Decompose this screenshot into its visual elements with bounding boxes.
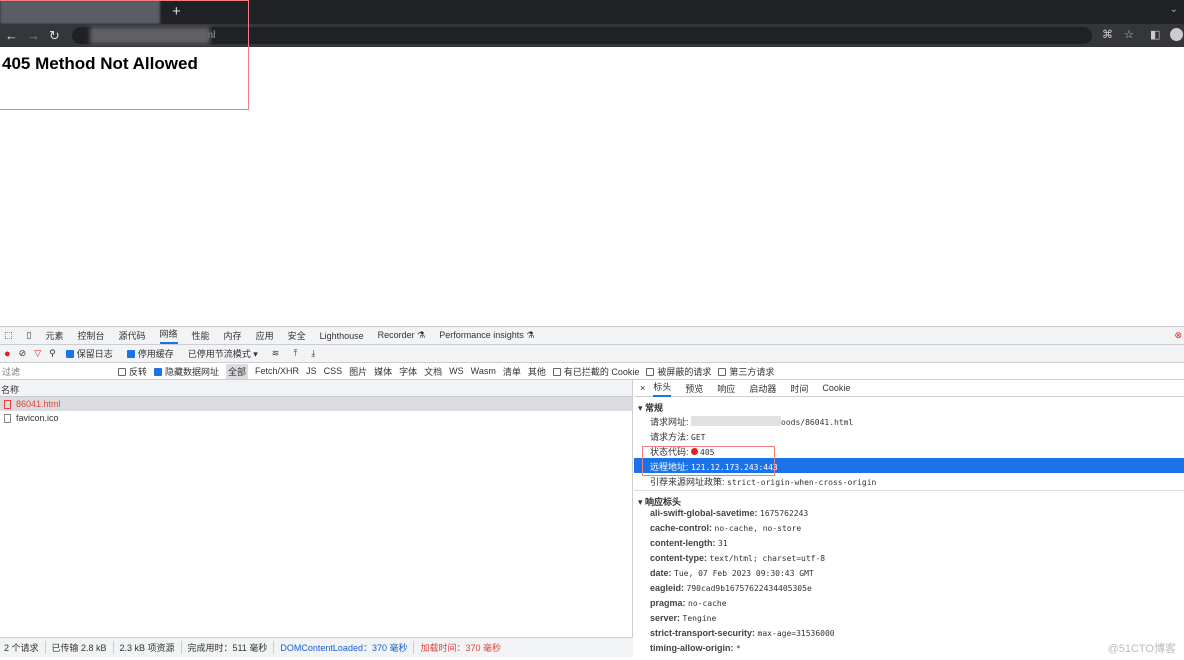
tab-security[interactable]: 安全 — [288, 329, 306, 342]
disable-cache-checkbox[interactable]: 停用缓存 — [126, 347, 174, 360]
blocked-cookies-checkbox[interactable]: 有已拦截的 Cookie — [552, 365, 639, 378]
header-row: 请求方法: GET — [650, 432, 706, 442]
resources: 2.3 kB 项资源 — [120, 641, 182, 654]
column-header-name[interactable]: 名称 — [0, 380, 632, 397]
tab-initiator[interactable]: 启动器 — [749, 382, 776, 395]
filter-bar: 过滤 反转 隐藏数据网址 全部 Fetch/XHR JS CSS 图片 媒体 字… — [0, 363, 1184, 380]
request-row[interactable]: 86041.html — [0, 397, 632, 411]
response-header-row: content-type: text/html; charset=utf-8 — [650, 553, 826, 563]
file-icon — [4, 399, 11, 409]
filter-input[interactable]: 过滤 — [0, 365, 108, 378]
tab-headers[interactable]: 标头 — [653, 380, 672, 397]
response-header-row: content-length: 31 — [650, 538, 728, 548]
type-filter[interactable]: Wasm — [471, 366, 496, 376]
response-header-row: date: Tue, 07 Feb 2023 09:30:43 GMT — [650, 568, 814, 578]
tab-memory[interactable]: 内存 — [224, 329, 242, 342]
type-filter[interactable]: 文档 — [424, 365, 442, 378]
error-icon[interactable]: ⊗ — [1174, 330, 1182, 341]
response-header-row: ali-swift-global-savetime: 1675762243 — [650, 508, 809, 518]
response-header-row: eagleid: 790cad9b16757622434405305e — [650, 583, 812, 593]
detail-tabs: × 标头 预览 响应 启动器 时间 Cookie — [634, 380, 1184, 397]
hide-data-urls-checkbox[interactable]: 隐藏数据网址 — [154, 365, 219, 378]
blocked-requests-checkbox[interactable]: 被屏蔽的请求 — [646, 365, 711, 378]
type-filter[interactable]: 图片 — [349, 365, 367, 378]
type-filter[interactable]: CSS — [324, 366, 343, 376]
type-filter[interactable]: WS — [449, 366, 464, 376]
type-filter[interactable]: 字体 — [399, 365, 417, 378]
type-filter[interactable]: 其他 — [528, 365, 546, 378]
search-icon[interactable]: ⚲ — [49, 348, 56, 359]
tab-cookie[interactable]: Cookie — [822, 383, 850, 393]
tab-lighthouse[interactable]: Lighthouse — [320, 331, 364, 341]
load-time: 加载时间：370 毫秒 — [420, 643, 502, 653]
request-name: favicon.ico — [16, 413, 59, 423]
preserve-log-checkbox[interactable]: 保留日志 — [65, 347, 113, 360]
type-filter[interactable]: Fetch/XHR — [255, 366, 299, 376]
tab-application[interactable]: 应用 — [256, 329, 274, 342]
devtools-tabs: ⬚ ▯ 元素 控制台 源代码 网络 性能 内存 应用 安全 Lighthouse… — [0, 327, 1184, 345]
third-party-checkbox[interactable]: 第三方请求 — [718, 365, 774, 378]
type-filter[interactable]: 清单 — [503, 365, 521, 378]
request-row[interactable]: favicon.ico — [0, 411, 632, 425]
finish-time: 完成用时：511 毫秒 — [188, 641, 275, 654]
response-headers-toggle[interactable]: ▾ 响应标头 — [634, 490, 1184, 507]
avatar[interactable] — [1170, 28, 1183, 41]
request-detail: × 标头 预览 响应 启动器 时间 Cookie ▾ 常规 请求网址: oods… — [634, 380, 1184, 660]
header-row: 请求网址: oods/86041.html — [650, 416, 854, 427]
inspect-icon[interactable]: ⬚ — [4, 330, 13, 341]
request-count: 2 个请求 — [4, 641, 46, 654]
throttle-select[interactable]: 已停用节流模式 ▾ — [188, 347, 258, 360]
chevron-down-icon[interactable]: ⌄ — [1170, 4, 1178, 15]
network-status-bar: 2 个请求 已传输 2.8 kB 2.3 kB 项资源 完成用时：511 毫秒 … — [0, 637, 633, 657]
response-header-row: server: Tengine — [650, 613, 717, 623]
translate-icon[interactable]: ⌘ — [1102, 28, 1113, 41]
request-list: 名称 86041.html favicon.ico — [0, 380, 633, 638]
tab-recorder[interactable]: Recorder ⚗ — [378, 330, 426, 341]
tab-timing[interactable]: 时间 — [790, 382, 808, 395]
response-header-row: pragma: no-cache — [650, 598, 727, 608]
type-filter[interactable]: JS — [306, 366, 317, 376]
watermark: @51CTO博客 — [1107, 643, 1176, 655]
device-icon[interactable]: ▯ — [27, 330, 32, 341]
tab-performance[interactable]: 性能 — [192, 329, 210, 342]
section-title: 常规 — [645, 403, 664, 413]
response-header-row: timing-allow-origin: * — [650, 643, 741, 653]
record-icon[interactable]: ● — [4, 348, 11, 360]
type-filter[interactable]: 媒体 — [374, 365, 392, 378]
transferred: 已传输 2.8 kB — [52, 641, 114, 654]
response-header-row: strict-transport-security: max-age=31536… — [650, 628, 835, 638]
tab-elements[interactable]: 元素 — [45, 329, 63, 342]
file-icon — [4, 413, 11, 423]
clear-icon[interactable]: ⊘ — [19, 348, 27, 359]
tab-performance-insights[interactable]: Performance insights ⚗ — [439, 330, 534, 341]
star-icon[interactable]: ☆ — [1124, 28, 1134, 41]
network-toolbar: ● ⊘ ▽ ⚲ 保留日志 停用缓存 已停用节流模式 ▾ ≋ ⤒ ⤓ — [0, 345, 1184, 363]
dom-content-loaded: DOMContentLoaded：370 毫秒 — [280, 641, 415, 654]
tab-sources[interactable]: 源代码 — [119, 329, 146, 342]
upload-icon[interactable]: ⤒ — [293, 348, 297, 359]
annotation-box — [0, 0, 249, 110]
devtools: ⬚ ▯ 元素 控制台 源代码 网络 性能 内存 应用 安全 Lighthouse… — [0, 326, 1184, 659]
close-icon[interactable]: × — [640, 383, 645, 393]
tab-console[interactable]: 控制台 — [77, 329, 104, 342]
tab-response[interactable]: 响应 — [717, 382, 735, 395]
wifi-icon[interactable]: ≋ — [272, 348, 280, 359]
filter-icon[interactable]: ▽ — [34, 348, 41, 359]
url-redacted — [691, 416, 782, 426]
response-header-row: cache-control: no-cache, no-store — [650, 523, 802, 533]
general-section-toggle[interactable]: ▾ 常规 — [634, 397, 1184, 413]
request-name: 86041.html — [16, 399, 61, 409]
section-title: 响应标头 — [645, 497, 682, 507]
type-filter-all[interactable]: 全部 — [226, 363, 249, 379]
invert-checkbox[interactable]: 反转 — [118, 365, 147, 378]
download-icon[interactable]: ⤓ — [311, 348, 315, 359]
annotation-box — [642, 446, 775, 476]
tab-network[interactable]: 网络 — [159, 327, 178, 344]
sidepanel-icon[interactable]: ◧ — [1150, 28, 1160, 41]
tab-preview[interactable]: 预览 — [685, 382, 703, 395]
